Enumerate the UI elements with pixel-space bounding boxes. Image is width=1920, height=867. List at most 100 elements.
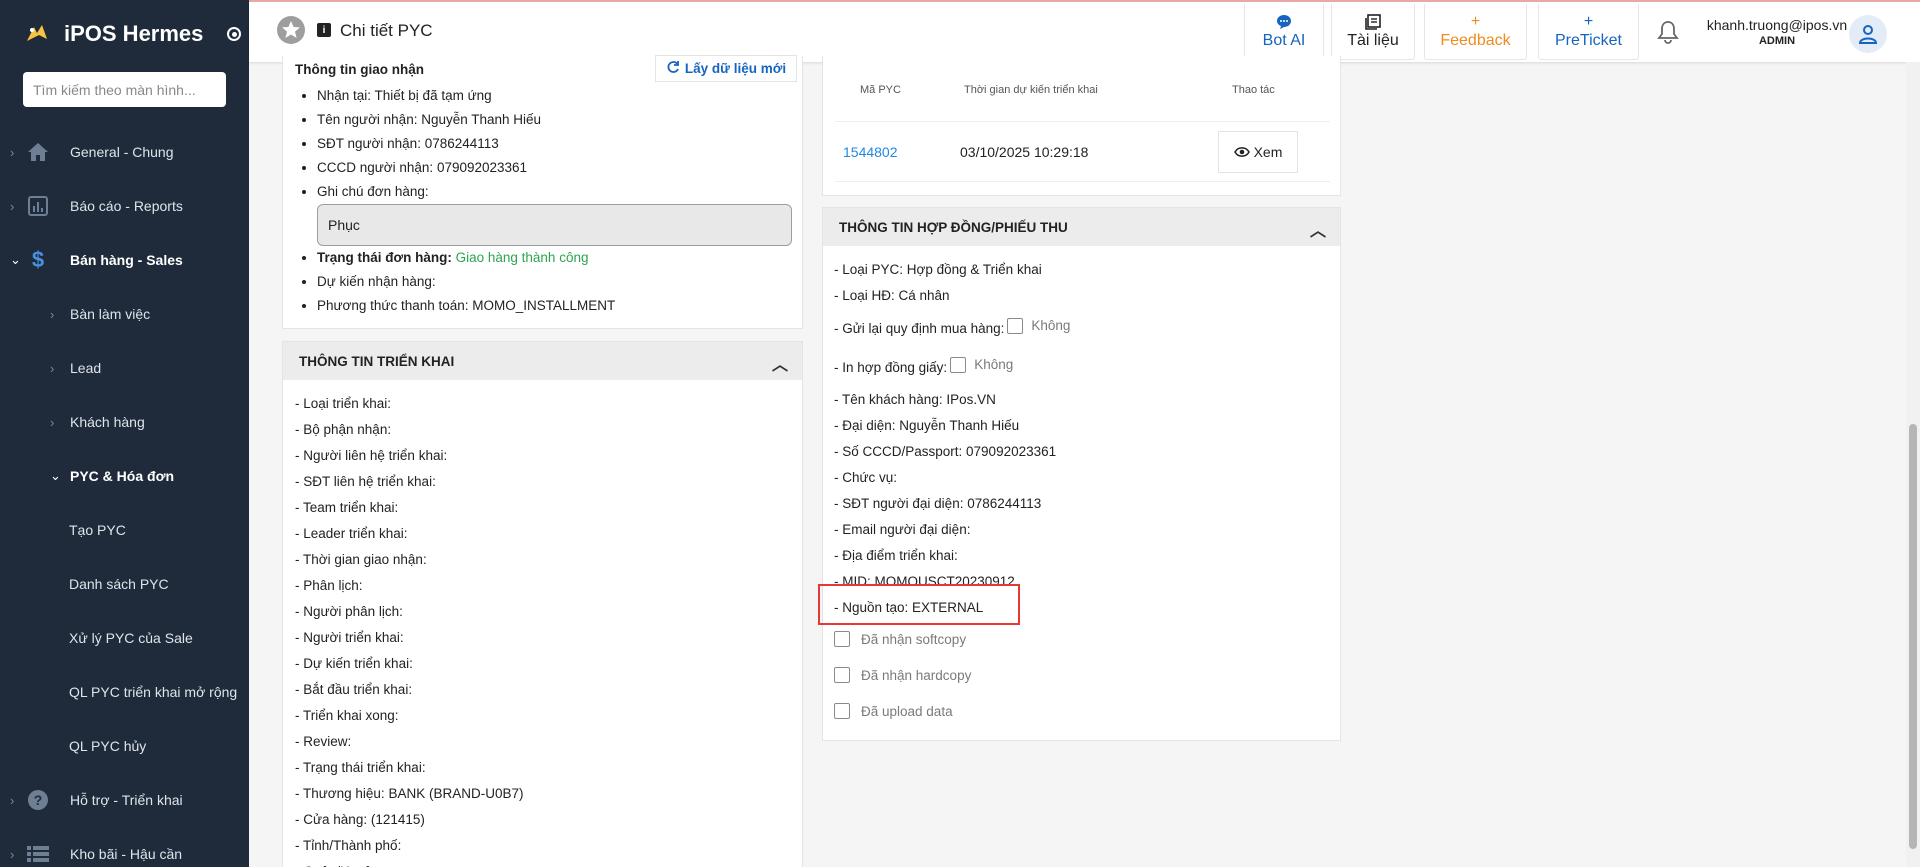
preticket-label: PreTicket: [1555, 31, 1622, 49]
sidebar-leaf-label: Danh sách PYC: [69, 576, 169, 592]
avatar[interactable]: [1849, 15, 1887, 53]
sidebar-leaf-extended-pyc[interactable]: QL PYC triển khai mở rộng: [0, 665, 249, 719]
dollar-icon: $: [31, 247, 45, 272]
info-icon: i: [317, 23, 331, 37]
sidebar-item-general[interactable]: › General - Chung: [0, 125, 249, 179]
table-header-cell: Mã PYC: [860, 84, 901, 96]
sidebar-leaf-pyc-list[interactable]: Danh sách PYC: [0, 557, 249, 611]
sidebar-nav: › General - Chung › Báo cáo - Reports ⌄ …: [0, 125, 249, 867]
order-note-value: Phục: [328, 217, 360, 233]
highlight-box: [818, 584, 1020, 625]
deploy-line: - Loại triển khai:: [295, 396, 392, 411]
sidebar-subitem-workspace[interactable]: › Bàn làm việc: [0, 287, 249, 341]
sidebar-leaf-cancelled-pyc[interactable]: QL PYC hủy: [0, 719, 249, 773]
sidebar-item-label: Kho bãi - Hậu cần: [70, 846, 183, 862]
upload-data-checkbox[interactable]: [834, 703, 850, 719]
feedback-button[interactable]: + Feedback: [1424, 4, 1527, 60]
upload-data-row: Đã upload data: [834, 693, 1329, 729]
preticket-button[interactable]: + PreTicket: [1538, 4, 1639, 60]
deploy-line: - Team triển khai:: [295, 500, 399, 515]
topbar: i Chi tiết PYC Bot AI Tài liệu + Feedbac…: [249, 0, 1920, 62]
deploy-line: - Người phân lịch:: [295, 604, 403, 619]
target-icon[interactable]: [227, 27, 242, 41]
chevron-right-icon: ›: [10, 846, 15, 862]
sidebar-item-sales[interactable]: ⌄ $ Bán hàng - Sales: [0, 233, 249, 287]
brand[interactable]: iPOS Hermes: [0, 0, 249, 68]
sidebar-item-reports[interactable]: › Báo cáo - Reports: [0, 179, 249, 233]
pyc-table-card: Mã PYC Thời gian dự kiến triển khai Thao…: [822, 56, 1341, 196]
contract-card-title: THÔNG TIN HỢP ĐỒNG/PHIẾU THU: [839, 219, 1068, 235]
order-status-value: Giao hàng thành công: [455, 250, 589, 265]
bell-icon[interactable]: [1657, 20, 1679, 47]
sidebar-leaf-create-pyc[interactable]: Tạo PYC: [0, 503, 249, 557]
deploy-line: - Quận/Huyện:: [295, 859, 790, 867]
sidebar-subitem-label: Lead: [70, 360, 102, 376]
resend-rule-label: - Gửi lại quy định mua hàng:: [834, 321, 1005, 336]
deploy-line: - Triển khai xong:: [295, 708, 399, 723]
table-row: 1544802 03/10/2025 10:29:18 Xem: [835, 122, 1330, 182]
pyc-table: Mã PYC Thời gian dự kiến triển khai Thao…: [835, 56, 1330, 182]
docs-button[interactable]: Tài liệu: [1331, 4, 1415, 60]
softcopy-label: Đã nhận softcopy: [861, 631, 967, 647]
deploy-line: - Cửa hàng: (121415): [295, 812, 425, 827]
refresh-icon: [666, 60, 680, 77]
pyc-time: 03/10/2025 10:29:18: [960, 144, 1089, 160]
user-role: ADMIN: [1758, 35, 1796, 47]
sidebar-search: [23, 72, 226, 107]
chevron-up-icon[interactable]: ︿: [1310, 217, 1326, 241]
sidebar-item-support[interactable]: › ? Hỗ trợ - Triển khai: [0, 773, 249, 827]
sidebar-leaf-label: QL PYC hủy: [69, 738, 147, 754]
contract-card-header[interactable]: THÔNG TIN HỢP ĐỒNG/PHIẾU THU ︿: [823, 208, 1340, 246]
table-header-cell: Thời gian dự kiến triển khai: [964, 84, 1098, 96]
delivery-list: Nhận tại: Thiết bị đã tạm ứng Tên người …: [283, 84, 802, 204]
bot-ai-button[interactable]: Bot AI: [1244, 4, 1324, 60]
table-header-cell: Thao tác: [1232, 84, 1275, 96]
delivery-status-list: Trạng thái đơn hàng: Giao hàng thành côn…: [283, 246, 802, 318]
resend-rule-checkbox[interactable]: [1007, 318, 1024, 334]
chevron-up-icon[interactable]: ︿: [772, 351, 788, 375]
chevron-down-icon: ⌄: [50, 468, 61, 483]
deploy-card-header[interactable]: THÔNG TIN TRIỂN KHAI ︿: [283, 342, 802, 380]
deploy-line: - Review:: [295, 734, 352, 749]
user-icon: [1858, 25, 1878, 44]
delivery-title: Thông tin giao nhận: [295, 62, 424, 77]
fetch-new-data-button[interactable]: Lấy dữ liệu mới: [655, 55, 797, 82]
deploy-line: - Người liên hệ triển khai:: [295, 448, 448, 463]
chevron-right-icon: ›: [10, 198, 15, 214]
page-scrollbar[interactable]: [1906, 62, 1920, 867]
sidebar-subitem-pyc[interactable]: ⌄ PYC & Hóa đơn: [0, 449, 249, 503]
deploy-line: - Thương hiệu: BANK (BRAND-U0B7): [295, 786, 524, 801]
sidebar-leaf-label: Tạo PYC: [69, 522, 126, 538]
pyc-table-header: Mã PYC Thời gian dự kiến triển khai Thao…: [835, 56, 1330, 122]
eye-icon: [1233, 147, 1250, 157]
softcopy-row: Đã nhận softcopy: [834, 621, 1329, 657]
sidebar-subitem-lead[interactable]: › Lead: [0, 341, 249, 395]
home-icon: [26, 140, 50, 164]
order-status: Trạng thái đơn hàng: Giao hàng thành côn…: [317, 246, 802, 270]
view-button[interactable]: Xem: [1218, 131, 1298, 173]
print-contract-checkbox[interactable]: [950, 357, 967, 373]
bar-chart-icon: [26, 194, 50, 218]
star-icon[interactable]: [277, 16, 305, 44]
print-contract-label: - In hợp đồng giấy:: [834, 360, 948, 375]
deploy-line: - SĐT liên hệ triển khai:: [295, 474, 436, 489]
list-icon: [26, 842, 50, 866]
chevron-right-icon: ›: [50, 360, 55, 376]
scrollbar-thumb[interactable]: [1909, 424, 1917, 849]
deploy-line: - Phân lịch:: [295, 578, 363, 593]
deploy-line: - Bắt đầu triển khai:: [295, 682, 413, 697]
view-button-label: Xem: [1253, 144, 1283, 160]
order-status-label: Trạng thái đơn hàng:: [317, 250, 452, 265]
delivery-item: Nhận tại: Thiết bị đã tạm ứng: [317, 84, 802, 108]
softcopy-checkbox[interactable]: [834, 631, 850, 647]
hardcopy-checkbox[interactable]: [834, 667, 850, 683]
order-note-field[interactable]: Phục: [317, 204, 792, 246]
plus-icon: +: [1583, 12, 1594, 30]
sidebar-subitem-customers[interactable]: › Khách hàng: [0, 395, 249, 449]
sidebar-leaf-process-pyc[interactable]: Xử lý PYC của Sale: [0, 611, 249, 665]
sidebar-item-warehouse[interactable]: › Kho bãi - Hậu cần: [0, 827, 249, 867]
sidebar-item-label: Bán hàng - Sales: [70, 252, 183, 268]
deploy-line: - Tỉnh/Thành phố:: [295, 838, 402, 853]
pyc-code-link[interactable]: 1544802: [843, 144, 898, 160]
sidebar-search-input[interactable]: [33, 81, 216, 98]
